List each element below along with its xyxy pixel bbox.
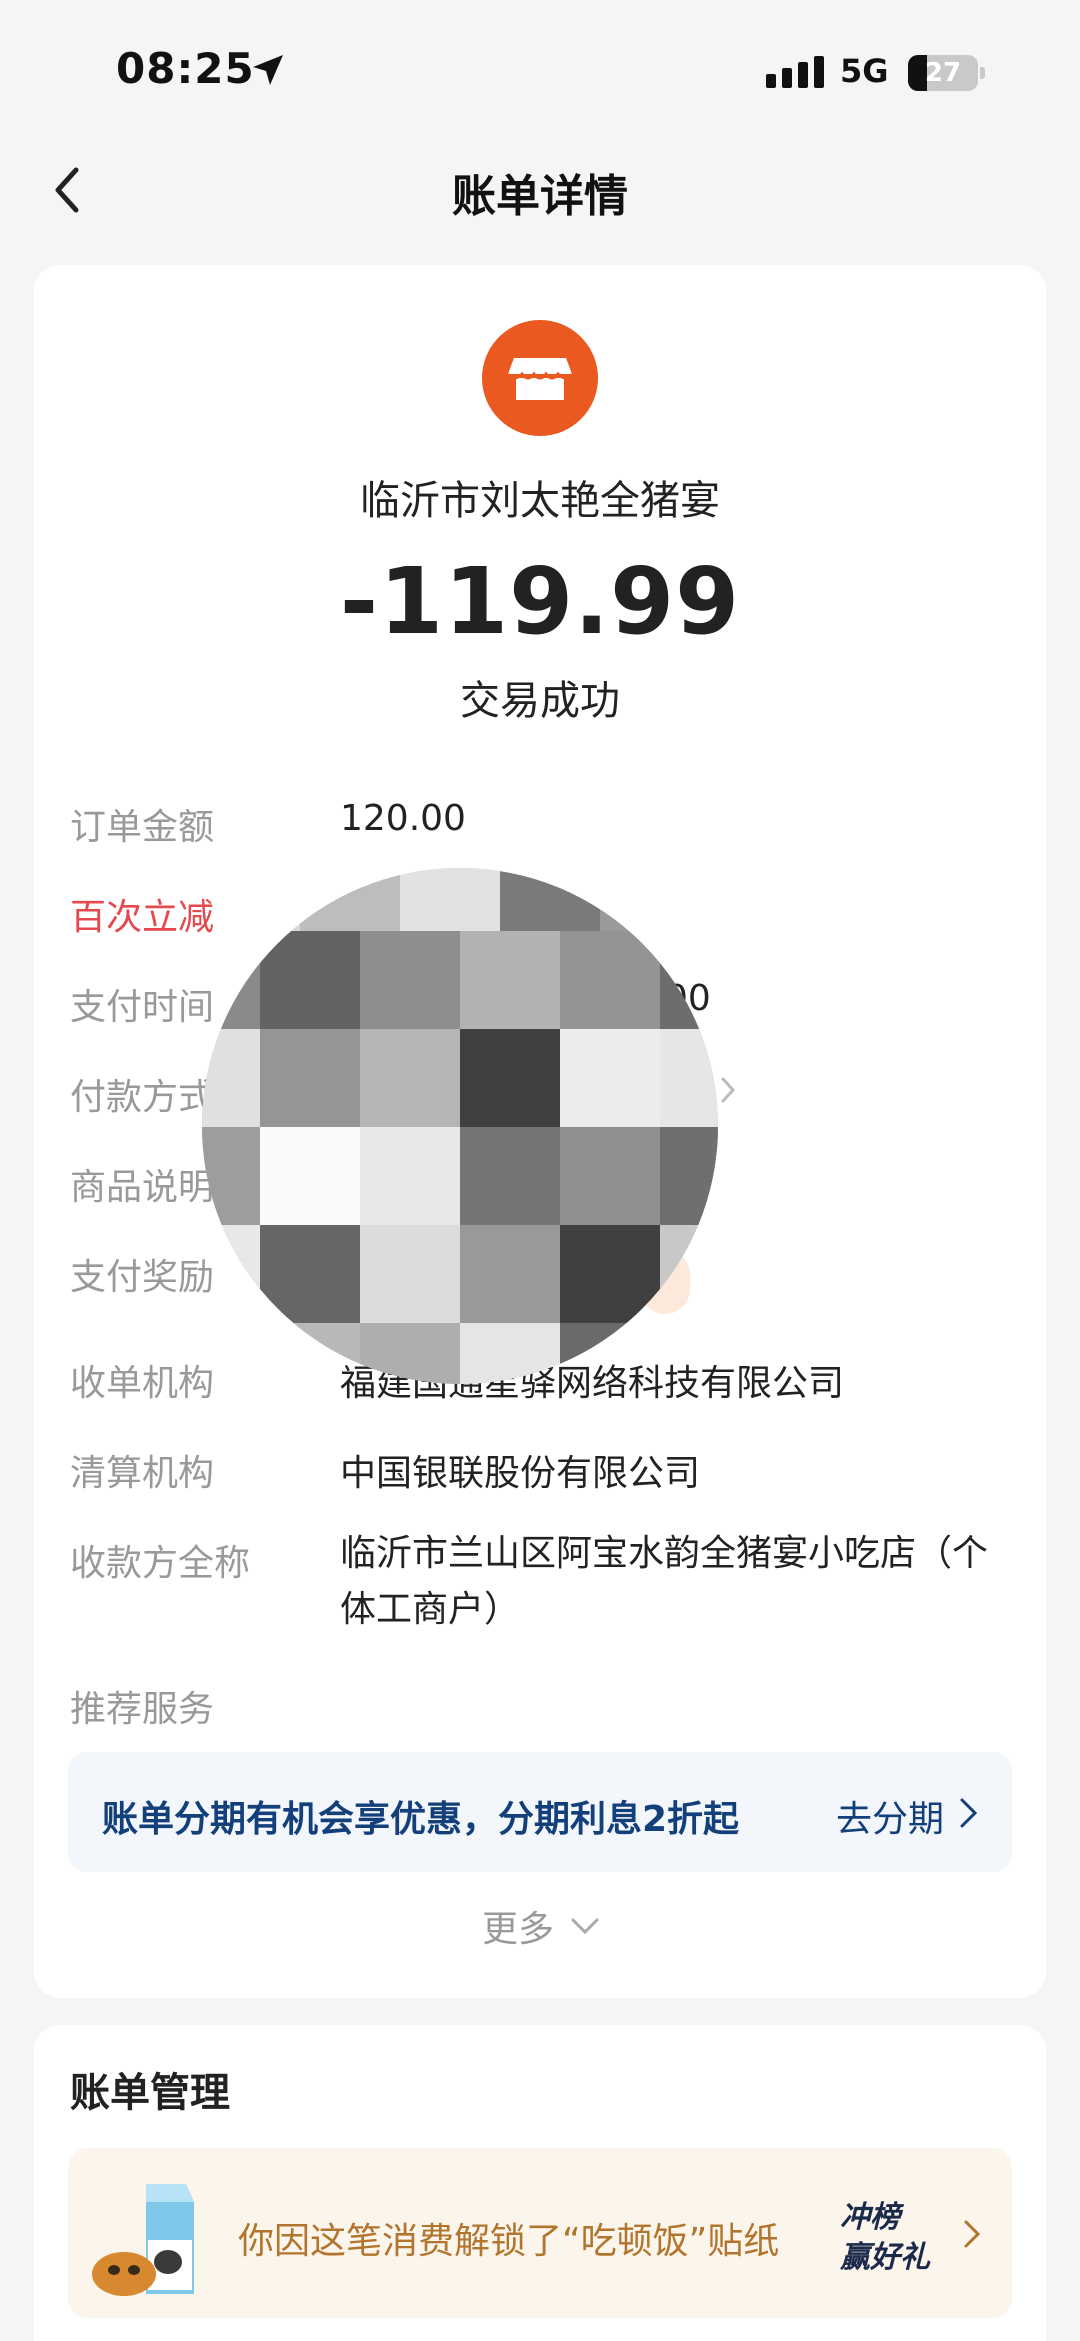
battery-icon: 27 — [908, 55, 986, 91]
detail-label-order-amount: 订单金额 — [70, 807, 215, 848]
milk-carton-sticker-icon — [92, 2184, 194, 2296]
detail-label-discount: 百次立减 — [70, 897, 215, 938]
location-arrow-icon — [253, 55, 283, 85]
privacy-mosaic — [202, 868, 718, 1384]
detail-label-acquirer: 收单机构 — [70, 1363, 215, 1404]
transaction-status: 交易成功 — [460, 678, 620, 724]
rank-prize-badge[interactable]: 冲榜 赢好礼 — [830, 2184, 950, 2284]
bill-management-title: 账单管理 — [70, 2070, 230, 2116]
badge-line1: 冲榜 — [840, 2200, 900, 2235]
page-title: 账单详情 — [452, 171, 628, 222]
detail-label-pay-time: 支付时间 — [70, 987, 215, 1028]
detail-label-product: 商品说明 — [70, 1167, 215, 1208]
detail-value-order-amount: 120.00 — [340, 798, 466, 839]
status-bar: 08:25 5G 27 — [0, 0, 1080, 140]
network-type: 5G — [840, 52, 889, 90]
detail-value-payee: 临沂市兰山区阿宝水韵全猪宴小吃店（个体工商户） — [340, 1533, 989, 1630]
merchant-name: 临沂市刘太艳全猪宴 — [360, 478, 720, 524]
installment-promo-text[interactable]: 账单分期有机会享优惠，分期利息2折起 — [102, 1790, 739, 1842]
payment-method-chevron-icon[interactable] — [720, 1076, 736, 1104]
chevron-down-icon[interactable] — [570, 1916, 600, 1936]
detail-label-reward: 支付奖励 — [70, 1257, 215, 1298]
transaction-amount: -119.99 — [339, 548, 741, 655]
detail-label-payee: 收款方全称 — [70, 1543, 251, 1584]
installment-action-link[interactable]: 去分期 — [836, 1790, 944, 1842]
detail-value-clearing: 中国银联股份有限公司 — [340, 1453, 701, 1494]
chevron-right-icon[interactable] — [962, 2218, 982, 2250]
detail-label-clearing: 清算机构 — [70, 1453, 215, 1494]
battery-level: 27 — [924, 58, 962, 88]
status-time: 08:25 — [116, 44, 255, 93]
store-icon — [482, 320, 598, 436]
badge-line2: 赢好礼 — [840, 2240, 930, 2275]
detail-label-payment-method[interactable]: 付款方式 — [70, 1068, 214, 1120]
signal-icon — [766, 56, 824, 88]
sticker-unlock-text[interactable]: 你因这笔消费解锁了“吃顿饭”贴纸 — [238, 2212, 779, 2264]
recommend-label: 推荐服务 — [70, 1689, 215, 1730]
more-button[interactable]: 更多 — [482, 1900, 554, 1952]
chevron-right-icon[interactable] — [958, 1796, 980, 1830]
